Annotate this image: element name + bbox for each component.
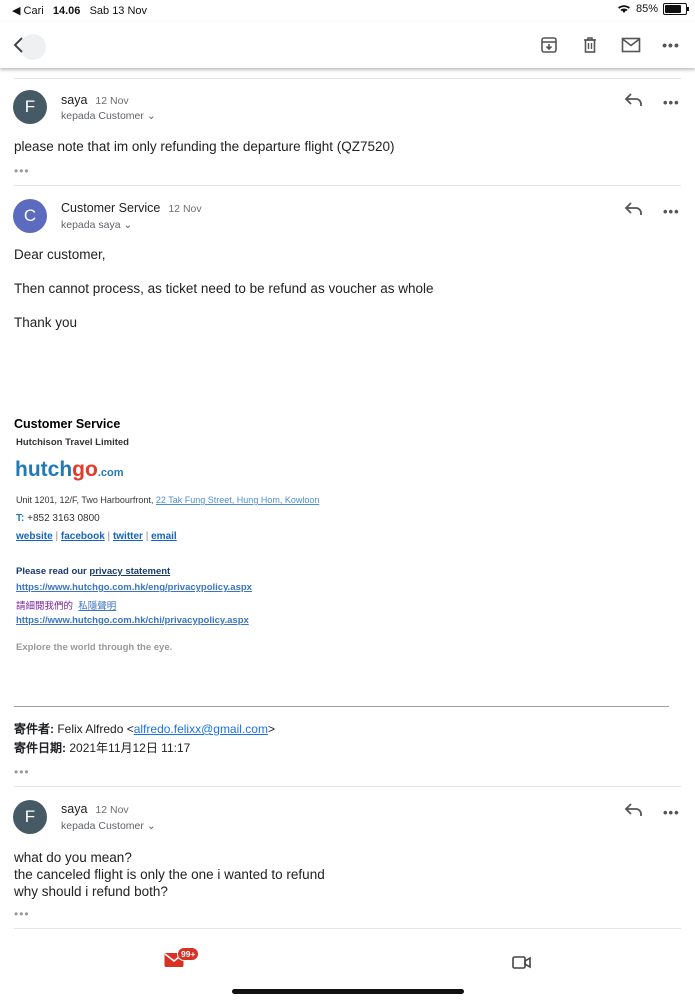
- signature-title: Customer Service: [14, 417, 121, 431]
- logo-part: .com: [97, 467, 124, 479]
- show-trimmed-content[interactable]: •••: [14, 765, 30, 779]
- facebook-link[interactable]: facebook: [61, 531, 105, 542]
- more-options-icon[interactable]: •••: [660, 34, 682, 56]
- chevron-down-icon: ⌄: [123, 219, 133, 231]
- message-header[interactable]: Customer Service 12 Nov: [61, 199, 202, 217]
- privacy-notice: Please read our privacy statement: [16, 566, 170, 577]
- battery-icon: [663, 3, 689, 15]
- status-date: Sab 13 Nov: [89, 5, 148, 17]
- wifi-icon: [617, 5, 630, 13]
- signature-links: website | facebook | twitter | email: [16, 531, 177, 542]
- logo-part: go: [72, 458, 98, 481]
- twitter-link[interactable]: twitter: [113, 531, 143, 542]
- message-date: 12 Nov: [168, 203, 202, 215]
- quoted-date: 寄件日期: 2021年11月12日 11:17: [14, 739, 190, 756]
- message-header[interactable]: saya 12 Nov: [61, 91, 129, 109]
- mail-tab[interactable]: 99+: [164, 947, 200, 973]
- from-name: Felix Alfredo <: [57, 722, 134, 736]
- privacy-url-zh[interactable]: https://www.hutchgo.com.hk/chi/privacypo…: [16, 615, 249, 626]
- sender-name: saya: [61, 93, 88, 107]
- quote-divider: [14, 706, 669, 707]
- archive-icon[interactable]: [538, 34, 560, 56]
- status-time: 14.06: [52, 5, 81, 17]
- address-link[interactable]: 22 Tak Fung Street, Hung Hom, Kowloon: [156, 495, 319, 505]
- reply-icon[interactable]: [624, 201, 644, 222]
- message-more-icon[interactable]: •••: [663, 805, 680, 820]
- privacy-url-en[interactable]: https://www.hutchgo.com.hk/eng/privacypo…: [16, 582, 252, 593]
- recipient-label: kepada Customer: [61, 820, 144, 832]
- chevron-down-icon: ⌄: [146, 820, 156, 832]
- privacy-notice-zh: 請細閱我們的 私隱聲明: [16, 598, 116, 612]
- from-label: 寄件者:: [14, 722, 54, 736]
- message-body-line: why should i refund both?: [14, 884, 168, 899]
- status-bar: ◀ Cari 14.06 Sab 13 Nov 85%: [0, 0, 695, 22]
- message-body-line: what do you mean?: [14, 850, 132, 865]
- privacy-link[interactable]: privacy statement: [89, 566, 170, 577]
- message-date: 12 Nov: [95, 804, 129, 816]
- avatar[interactable]: F: [13, 90, 47, 124]
- recipient-toggle[interactable]: kepada Customer ⌄: [61, 110, 156, 122]
- message-date: 12 Nov: [95, 95, 129, 107]
- unread-badge: 99+: [177, 947, 200, 961]
- message-more-icon[interactable]: •••: [663, 95, 680, 110]
- divider: [14, 928, 681, 929]
- recipient-toggle[interactable]: kepada saya ⌄: [61, 219, 132, 231]
- signature-tagline: Explore the world through the eye.: [16, 642, 173, 653]
- message-more-icon[interactable]: •••: [663, 204, 680, 219]
- from-close: >: [267, 722, 275, 736]
- signature-company: Hutchison Travel Limited: [16, 437, 129, 448]
- logo-part: hutch: [15, 458, 73, 481]
- email-link[interactable]: email: [151, 531, 177, 542]
- message-body-line: Dear customer,: [14, 247, 106, 262]
- signature-address: Unit 1201, 12/F, Two Harbourfront, 22 Ta…: [16, 495, 319, 505]
- back-arrow-icon[interactable]: [8, 34, 30, 56]
- top-toolbar: •••: [0, 22, 695, 68]
- date-value: 2021年11月12日 11:17: [69, 741, 191, 755]
- delete-icon[interactable]: [579, 34, 601, 56]
- meet-tab[interactable]: [512, 955, 532, 976]
- avatar[interactable]: C: [13, 199, 47, 233]
- recipient-label: kepada Customer: [61, 110, 144, 122]
- show-trimmed-content[interactable]: •••: [14, 907, 30, 921]
- privacy-link-zh[interactable]: 私隱聲明: [78, 601, 116, 612]
- privacy-intro-zh: 請細閱我們的: [16, 601, 74, 612]
- message-header[interactable]: saya 12 Nov: [61, 800, 129, 818]
- address-text: Unit 1201, 12/F, Two Harbourfront,: [16, 495, 156, 505]
- battery-percent: 85%: [635, 3, 658, 15]
- privacy-intro: Please read our: [16, 566, 90, 577]
- divider: [14, 185, 681, 186]
- website-link[interactable]: website: [16, 531, 53, 542]
- divider: [14, 786, 681, 787]
- message-body-line: please note that im only refunding the d…: [14, 139, 395, 154]
- chevron-down-icon: ⌄: [146, 110, 156, 122]
- divider: [14, 78, 681, 79]
- avatar[interactable]: F: [13, 800, 47, 834]
- video-camera-icon: [512, 956, 531, 969]
- hutchgo-logo[interactable]: hutchgo.com: [15, 458, 124, 482]
- reply-icon[interactable]: [624, 802, 644, 823]
- from-email[interactable]: alfredo.felixx@gmail.com: [134, 722, 268, 736]
- signature-phone: T: +852 3163 0800: [16, 513, 100, 524]
- quoted-from: 寄件者: Felix Alfredo <alfredo.felixx@gmail…: [14, 720, 275, 737]
- date-label: 寄件日期:: [14, 741, 66, 755]
- message-body-line: Then cannot process, as ticket need to b…: [14, 281, 434, 296]
- back-app-label[interactable]: Cari: [24, 5, 44, 17]
- sender-name: saya: [61, 802, 88, 816]
- reply-icon[interactable]: [624, 92, 644, 113]
- phone-label: T:: [16, 513, 25, 524]
- message-body-line: Thank you: [14, 315, 78, 330]
- sender-name: Customer Service: [61, 201, 161, 215]
- mark-unread-icon[interactable]: [620, 34, 642, 56]
- show-trimmed-content[interactable]: •••: [14, 164, 30, 178]
- recipient-toggle[interactable]: kepada Customer ⌄: [61, 820, 156, 832]
- back-to-app-icon[interactable]: ◀: [12, 5, 24, 17]
- home-indicator[interactable]: [232, 989, 464, 994]
- recipient-label: kepada saya: [61, 219, 121, 231]
- phone-number: +852 3163 0800: [27, 513, 100, 524]
- message-body-line: the canceled flight is only the one i wa…: [14, 867, 325, 882]
